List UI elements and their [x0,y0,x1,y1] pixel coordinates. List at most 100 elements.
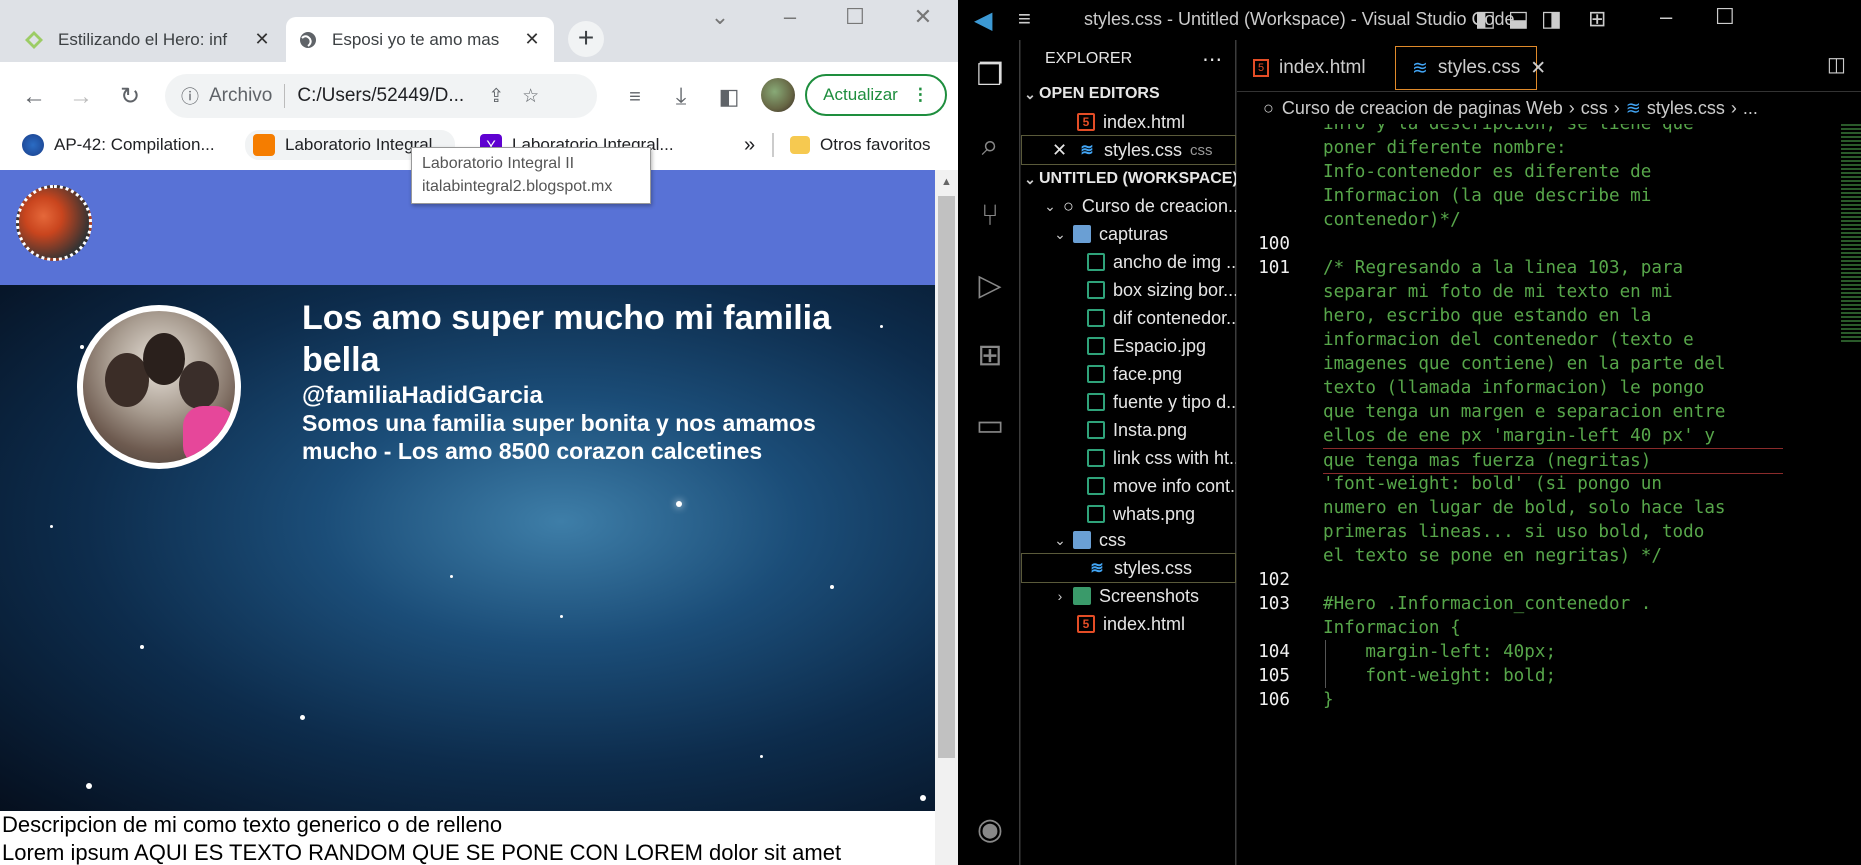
editor-tabs: 5 index.html ≋ styles.css ✕ ◫ [1237,40,1861,92]
toggle-secondary-icon[interactable]: ◨ [1541,6,1562,32]
close-icon[interactable]: ✕ [1052,140,1072,161]
info-icon[interactable]: ⓘ [181,83,199,109]
chevron-down-icon: ⌄ [1054,531,1066,548]
code-text: 'font-weight: bold' (si pongo un [1323,474,1662,494]
tab-close-icon[interactable]: ✕ [252,29,272,50]
star-decoration [450,575,453,578]
toggle-sidebar-icon[interactable]: ◧ [1475,6,1496,32]
open-editors-section[interactable]: ⌄ OPEN EDITORS [1021,79,1236,109]
tree-label: css [1099,529,1126,550]
maximize-icon[interactable]: ☐ [1715,4,1735,30]
minimize-icon[interactable]: – [1660,4,1672,30]
chevron-right-icon: › [1057,588,1063,604]
tree-file-selected[interactable]: ≋ styles.css [1021,553,1236,583]
tree-file[interactable]: fuente y tipo d... [1021,387,1236,417]
tab-close-icon[interactable]: ✕ [522,29,542,50]
forward-arrow-icon[interactable]: → [64,80,98,114]
activity-bar: ❐ ⌕ ⑂ ▷ ⊞ ▭ ◉ [960,40,1020,865]
other-favorites-folder[interactable]: Otros favoritos [790,130,956,160]
bookmark-star-icon[interactable]: ☆ [522,85,539,108]
new-tab-button[interactable]: + [568,21,604,57]
vscode-logo-icon: ◀ [974,7,993,34]
tree-folder-css[interactable]: ⌄ css [1021,525,1236,555]
breadcrumb-item[interactable]: ... [1743,98,1758,119]
site-logo[interactable] [16,185,92,261]
run-debug-icon[interactable]: ▷ [970,266,1010,306]
folder-circle-icon: ○ [1263,97,1274,118]
image-file-icon [1087,281,1105,299]
account-icon[interactable]: ◉ [970,810,1010,850]
extensions-icon[interactable]: ⊞ [970,336,1010,376]
css-file-icon: ≋ [1412,57,1428,79]
tab-search-chevron-icon[interactable]: ⌄ [700,4,740,30]
code-text: } [1323,690,1334,710]
bookmark-ap42[interactable]: AP-42: Compilation... [22,130,232,160]
download-icon[interactable]: ⤓ [664,80,698,114]
tree-file[interactable]: dif contenedor... [1021,303,1236,333]
code-text: informacion del contenedor (texto e [1323,330,1694,350]
maximize-icon[interactable]: ☐ [835,4,875,30]
tree-file[interactable]: box sizing bor... [1021,275,1236,305]
tree-file[interactable]: Espacio.jpg [1021,331,1236,361]
breadcrumb-item[interactable]: styles.css [1647,98,1725,119]
open-editor-index[interactable]: 5 index.html [1021,107,1236,137]
open-editor-styles[interactable]: ✕ ≋ styles.css css [1021,135,1236,165]
update-button[interactable]: Actualizar ⋮ [805,74,947,116]
browser-toolbar: ← → ↻ ⓘ Archivo C:/Users/52449/D... ⇪ ☆ … [0,62,958,130]
scroll-up-icon[interactable]: ▲ [941,176,952,188]
address-bar[interactable]: ⓘ Archivo C:/Users/52449/D... ⇪ ☆ [165,74,597,118]
toggle-panel-icon[interactable]: ⬓ [1508,6,1529,32]
minimize-icon[interactable]: – [770,4,810,30]
tab-esposi[interactable]: Esposi yo te amo mas ✕ [286,17,554,62]
back-arrow-icon[interactable]: ← [17,80,51,114]
editor-tab-label: styles.css [1437,57,1521,78]
profile-avatar[interactable] [761,78,795,112]
address-url[interactable]: C:/Users/52449/D... [297,85,464,107]
media-queue-icon[interactable]: ≡ [618,80,652,114]
breadcrumb-item[interactable]: Curso de creacion de paginas Web [1282,98,1563,119]
code-text: primeras lineas... si uso bold, todo [1323,522,1705,542]
vscode-window: ◀ ≡ styles.css - Untitled (Workspace) - … [960,0,1861,865]
explorer-more-icon[interactable]: ⋯ [1202,47,1222,72]
tree-file[interactable]: ancho de img ... [1021,247,1236,277]
star-decoration [830,585,834,589]
tree-folder-capturas[interactable]: ⌄ capturas [1021,219,1236,249]
page-body-text: Descripcion de mi como texto generico o … [2,811,935,865]
share-icon[interactable]: ⇪ [488,85,504,108]
code-line: 101 /* Regresando a la linea 103, para [1237,256,1861,280]
tree-file[interactable]: link css with ht... [1021,443,1236,473]
tree-file[interactable]: move info cont... [1021,471,1236,501]
explorer-title: EXPLORER [1045,50,1133,67]
explorer-files-icon[interactable]: ❐ [970,56,1010,96]
breadcrumb-item[interactable]: css [1581,98,1608,119]
minimap[interactable] [1841,124,1861,344]
tree-file[interactable]: 5 index.html [1021,609,1236,639]
scrollbar-thumb[interactable] [938,196,955,758]
more-menu-icon[interactable]: ⋮ [912,85,929,105]
tree-folder-screenshots[interactable]: › Screenshots [1021,581,1236,611]
tree-root-folder[interactable]: ⌄ ○ Curso de creacion... [1021,191,1236,221]
tree-file[interactable]: Insta.png [1021,415,1236,445]
more-bookmarks-chevron-icon[interactable]: » [744,130,764,160]
indent-guide [1325,640,1326,688]
source-control-icon[interactable]: ⑂ [970,196,1010,236]
menu-icon[interactable]: ≡ [1018,6,1031,32]
code-text: que tenga un margen e separacion entre [1323,402,1726,422]
editor-tab-styles[interactable]: ≋ styles.css ✕ [1395,46,1546,90]
split-editor-icon[interactable]: ◫ [1827,52,1846,77]
tab-estilizando-hero[interactable]: Estilizando el Hero: inf ✕ [12,17,284,62]
tree-file[interactable]: face.png [1021,359,1236,389]
remote-explorer-icon[interactable]: ▭ [970,406,1010,446]
page-scrollbar[interactable]: ▲ [935,170,958,865]
side-panel-icon[interactable]: ◧ [712,80,746,114]
editor-tab-index[interactable]: 5 index.html [1237,46,1393,90]
layout-icon[interactable]: ⊞ [1588,6,1606,32]
image-file-icon [1087,421,1105,439]
workspace-section[interactable]: ⌄ UNTITLED (WORKSPACE) [1021,164,1236,194]
close-icon[interactable]: ✕ [1530,57,1546,80]
reload-icon[interactable]: ↻ [113,80,147,114]
close-window-icon[interactable]: ✕ [903,4,943,30]
search-icon[interactable]: ⌕ [970,126,1010,166]
code-line: contenedor)*/ [1237,208,1861,232]
code-editor[interactable]: info y la descripcion, se tiene que pone… [1237,124,1861,865]
